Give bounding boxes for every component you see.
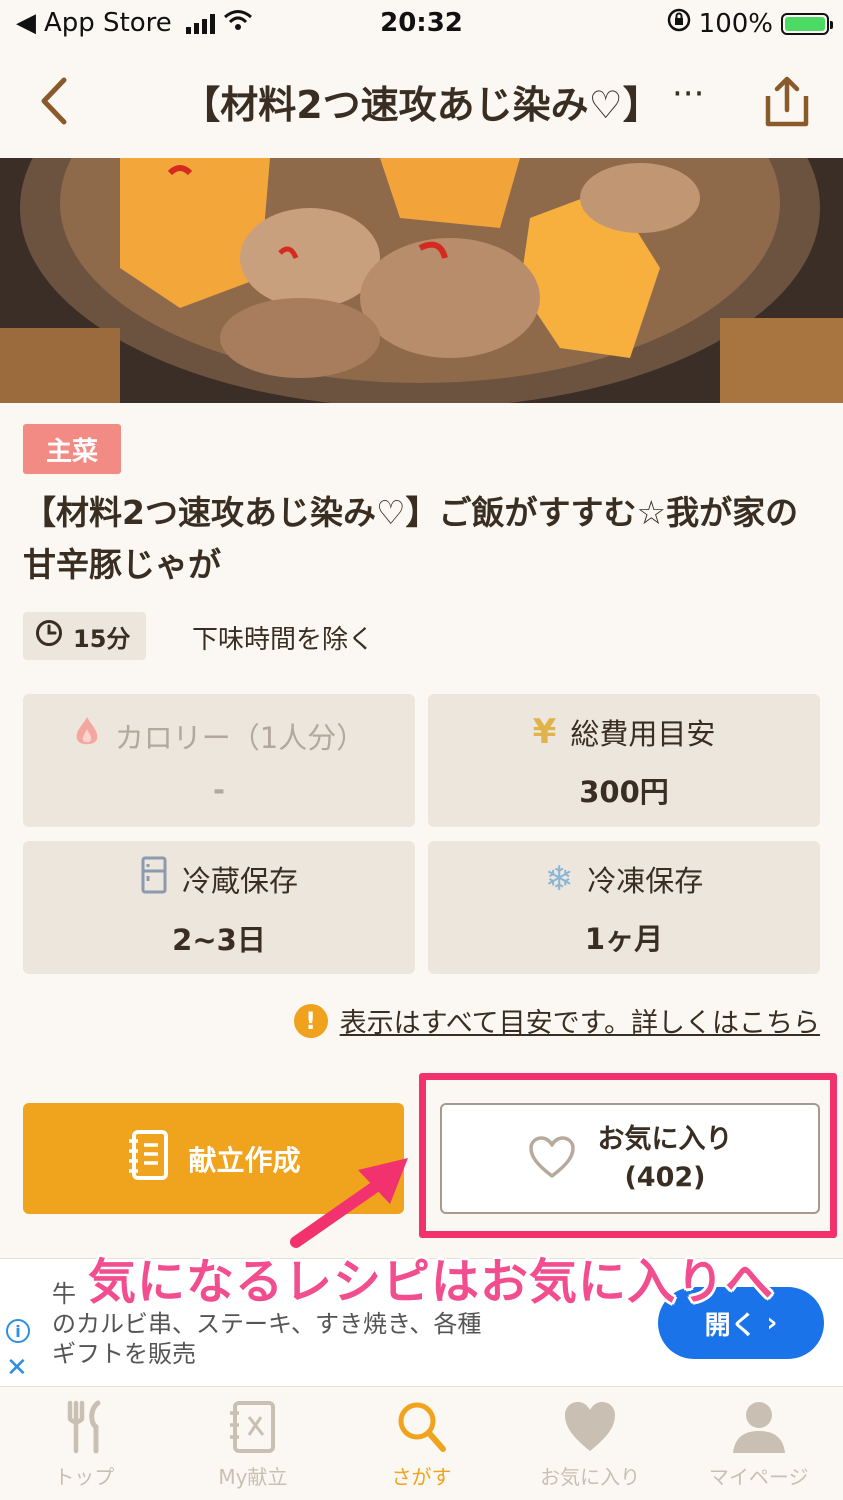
warning-icon: !	[293, 1003, 328, 1038]
heart-icon	[565, 1402, 616, 1451]
fridge-label: 冷蔵保存	[181, 863, 298, 898]
user-icon	[732, 1402, 785, 1453]
nav-bar: 【材料2つ速攻あじ染み♡】 ···	[0, 48, 843, 158]
recipe-content: 主菜 【材料2つ速攻あじ染み♡】ご飯がすすむ☆我が家の甘辛豚じゃが 15分 下味…	[0, 403, 843, 1258]
tab-mypage[interactable]: マイページ	[674, 1387, 843, 1500]
cost-value: 300円	[579, 774, 669, 809]
freezer-box: ❄ 冷凍保存 1ヶ月	[428, 841, 820, 974]
ad-text-line2: のカルビ串、ステーキ、すき焼き、各種	[52, 1310, 482, 1338]
tab-search-label: さがす	[391, 1465, 452, 1489]
cost-label: 総費用目安	[570, 716, 716, 751]
freezer-label: 冷凍保存	[587, 863, 704, 898]
ad-text-line3: ギフトを販売	[52, 1340, 196, 1368]
cook-time: 15分	[73, 624, 131, 653]
share-icon[interactable]	[762, 76, 812, 128]
tab-favorites[interactable]: お気に入り	[506, 1387, 675, 1500]
cost-box: ¥ 総費用目安 300円	[428, 694, 820, 827]
clock-icon	[35, 619, 63, 653]
more-icon[interactable]: ···	[672, 74, 704, 114]
recipe-photo	[0, 158, 843, 403]
fridge-icon	[140, 856, 168, 901]
flame-icon	[73, 715, 101, 756]
status-bar: ◀ App Store 20:32 100%	[0, 0, 843, 48]
create-menu-label: 献立作成	[188, 1143, 301, 1177]
tab-search[interactable]: さがす	[337, 1387, 506, 1500]
tab-bar: トップ My献立 さがす お気に入り マイページ	[0, 1386, 843, 1500]
chevron-right-icon: ›	[766, 1308, 778, 1338]
annotation-arrow	[290, 1158, 408, 1248]
freezer-value: 1ヶ月	[584, 921, 664, 956]
battery-percent: 100%	[698, 8, 773, 39]
time-chip: 15分	[23, 612, 146, 660]
tab-top[interactable]: トップ	[0, 1387, 169, 1500]
yen-icon: ¥	[532, 711, 557, 752]
tab-favorites-label: お気に入り	[540, 1465, 641, 1489]
heart-outline-icon	[528, 1135, 576, 1183]
calorie-box: カロリー（1人分） -	[23, 694, 415, 827]
favorite-count: (402)	[624, 1161, 706, 1193]
search-icon	[398, 1402, 447, 1452]
calorie-label: カロリー（1人分）	[114, 720, 366, 755]
status-right: 100%	[667, 8, 833, 39]
tab-mypage-label: マイページ	[708, 1465, 809, 1489]
orientation-lock-icon	[667, 8, 691, 39]
time-note: 下味時間を除く	[192, 625, 375, 655]
disclaimer-link[interactable]: ! 表示はすべて目安です。詳しくはこちら	[293, 1001, 820, 1040]
annotation-caption: 気になるレシピはお気に入りへ	[88, 1254, 775, 1310]
tab-my-menu[interactable]: My献立	[169, 1387, 338, 1500]
ad-close-icon[interactable]: ✕	[6, 1353, 28, 1383]
ad-info-icon[interactable]: i	[6, 1319, 30, 1343]
category-tag: 主菜	[23, 424, 121, 474]
calorie-value: -	[212, 772, 226, 807]
favorite-button[interactable]: お気に入り (402)	[440, 1103, 820, 1214]
tab-top-label: トップ	[54, 1465, 115, 1489]
fridge-box: 冷蔵保存 2~3日	[23, 841, 415, 974]
page-title: 【材料2つ速攻あじ染み♡】	[182, 83, 661, 127]
fork-knife-icon	[68, 1400, 101, 1454]
disclaimer-text[interactable]: 表示はすべて目安です。詳しくはこちら	[340, 1001, 820, 1040]
snowflake-icon: ❄	[544, 858, 574, 899]
fridge-value: 2~3日	[172, 923, 266, 957]
tab-my-menu-label: My献立	[218, 1465, 288, 1489]
battery-icon	[781, 12, 833, 35]
recipe-title: 【材料2つ速攻あじ染み♡】ご飯がすすむ☆我が家の甘辛豚じゃが	[23, 493, 799, 584]
notebook-icon	[126, 1129, 170, 1188]
menu-book-icon	[229, 1401, 275, 1453]
back-chevron-icon[interactable]	[36, 76, 76, 126]
favorite-label: お気に入り	[597, 1123, 733, 1155]
